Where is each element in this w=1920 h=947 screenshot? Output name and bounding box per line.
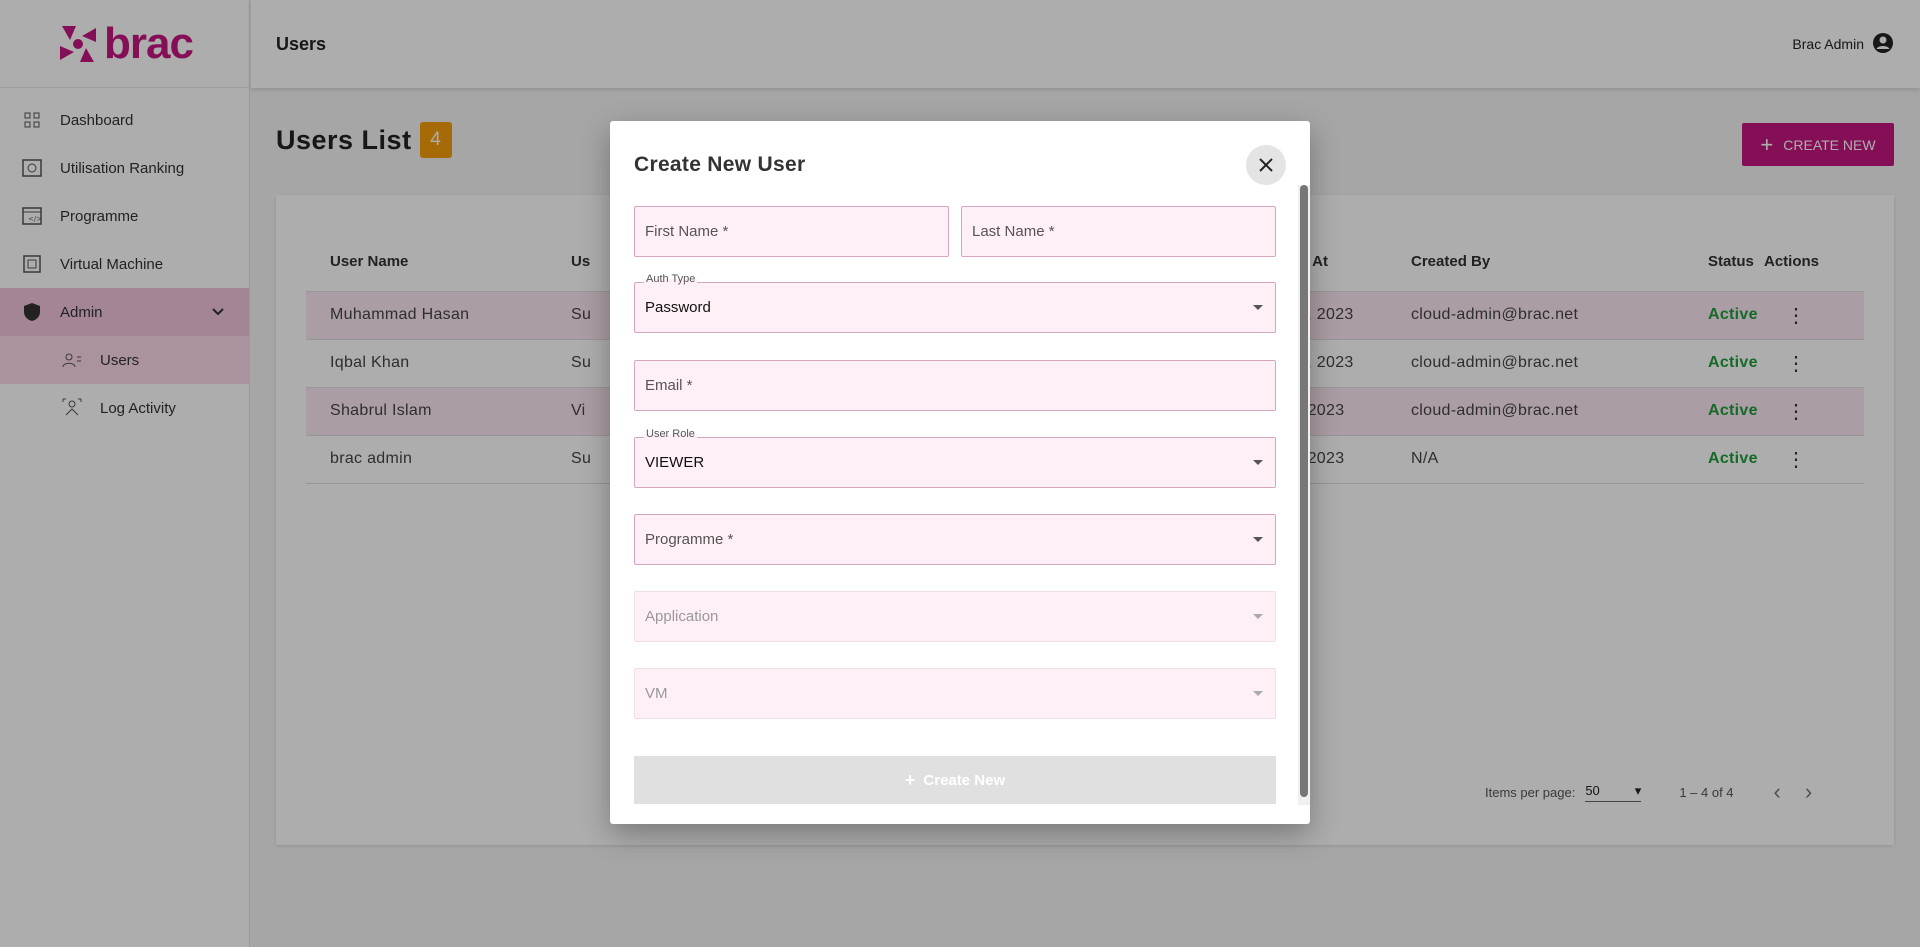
user-role-label: User Role — [644, 428, 697, 440]
dialog-title: Create New User — [634, 153, 806, 176]
vm-placeholder: VM — [645, 685, 668, 702]
submit-label: Create New — [923, 771, 1006, 789]
user-role-value: VIEWER — [645, 454, 705, 471]
programme-select[interactable]: Programme * — [634, 514, 1276, 565]
first-name-placeholder: First Name * — [645, 223, 729, 240]
user-role-select[interactable]: User Role VIEWER — [634, 428, 1276, 488]
application-placeholder: Application — [645, 608, 719, 625]
vm-select: VM — [634, 668, 1276, 719]
caret-down-icon — [1253, 537, 1263, 542]
email-field[interactable]: Email * — [634, 360, 1276, 411]
dialog-scrollbar[interactable] — [1298, 185, 1310, 805]
create-new-submit-button[interactable]: + Create New — [634, 756, 1276, 804]
scrollbar-thumb[interactable] — [1300, 185, 1308, 797]
programme-placeholder: Programme * — [645, 531, 734, 548]
first-name-field[interactable]: First Name * — [634, 206, 949, 257]
close-button[interactable] — [1246, 145, 1286, 185]
caret-down-icon — [1253, 460, 1263, 465]
auth-type-label: Auth Type — [644, 273, 698, 285]
caret-down-icon — [1253, 691, 1263, 696]
auth-type-value: Password — [645, 299, 711, 316]
caret-down-icon — [1253, 305, 1263, 310]
close-icon — [1259, 158, 1273, 172]
last-name-placeholder: Last Name * — [972, 223, 1055, 240]
last-name-field[interactable]: Last Name * — [961, 206, 1276, 257]
email-placeholder: Email * — [645, 377, 693, 394]
caret-down-icon — [1253, 614, 1263, 619]
plus-icon: + — [904, 769, 916, 790]
application-select: Application — [634, 591, 1276, 642]
create-user-dialog: Create New User First Name * Last Name *… — [610, 121, 1310, 824]
auth-type-select[interactable]: Auth Type Password — [634, 273, 1276, 333]
